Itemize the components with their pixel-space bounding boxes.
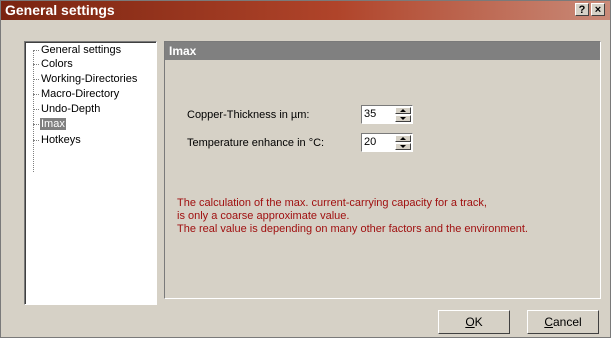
tree-item-working-directories[interactable]: Working-Directories [33, 72, 138, 87]
imax-note-line-3: The real value is depending on many othe… [177, 223, 528, 235]
tree-connector [33, 63, 39, 65]
tree-item-imax[interactable]: Imax [33, 117, 66, 132]
copper-thickness-label: Copper-Thickness in µm: [187, 109, 310, 121]
tree-item-label: Hotkeys [41, 134, 81, 146]
tree-item-label: Colors [41, 58, 73, 70]
tree-item-label: Imax [40, 118, 66, 130]
tree-connector [33, 123, 39, 125]
settings-panel: Imax [164, 41, 601, 299]
spinner-buttons [395, 107, 411, 122]
tree-item-label: General settings [41, 44, 122, 56]
tree-connector [33, 108, 39, 110]
ok-label-rest: K [474, 315, 483, 329]
close-button[interactable]: × [591, 3, 605, 16]
window-title: General settings [5, 2, 115, 18]
panel-title: Imax [165, 42, 600, 60]
temperature-enhance-spinner[interactable]: 20 [361, 133, 413, 152]
copper-thickness-value[interactable]: 35 [364, 107, 376, 122]
tree-item-macro-directory[interactable]: Macro-Directory [33, 87, 120, 102]
tree-item-general-settings[interactable]: General settings [33, 43, 122, 58]
spin-up-icon[interactable] [395, 135, 411, 142]
tree-connector [33, 78, 39, 80]
cancel-label-rest: ancel [552, 315, 582, 329]
tree-connector [33, 139, 39, 141]
temperature-enhance-label: Temperature enhance in °C: [187, 137, 325, 149]
tree-item-label: Undo-Depth [41, 103, 101, 115]
ok-button[interactable]: OK [438, 310, 510, 334]
tree-item-hotkeys[interactable]: Hotkeys [33, 133, 82, 148]
temperature-enhance-value[interactable]: 20 [364, 135, 376, 150]
imax-note-line-1: The calculation of the max. current-carr… [177, 197, 487, 209]
tree-connector [33, 49, 39, 51]
imax-note-line-2: is only a coarse approximate value. [177, 210, 350, 222]
settings-dialog: General settings ? × General settings Co… [0, 0, 611, 338]
tree-item-colors[interactable]: Colors [33, 57, 74, 72]
cancel-mnemonic: C [544, 315, 553, 329]
spin-down-icon[interactable] [395, 143, 411, 150]
tree-item-label: Macro-Directory [41, 88, 120, 100]
spinner-buttons [395, 135, 411, 150]
help-button[interactable]: ? [575, 3, 589, 16]
tree-item-undo-depth[interactable]: Undo-Depth [33, 102, 101, 117]
title-bar: General settings ? × [1, 1, 610, 20]
tree-connector [33, 93, 39, 95]
copper-thickness-spinner[interactable]: 35 [361, 105, 413, 124]
spin-down-icon[interactable] [395, 115, 411, 122]
spin-up-icon[interactable] [395, 107, 411, 114]
settings-tree: General settings Colors Working-Director… [24, 41, 157, 305]
cancel-button[interactable]: Cancel [527, 310, 599, 334]
tree-item-label: Working-Directories [41, 73, 138, 85]
ok-mnemonic: O [465, 315, 475, 329]
